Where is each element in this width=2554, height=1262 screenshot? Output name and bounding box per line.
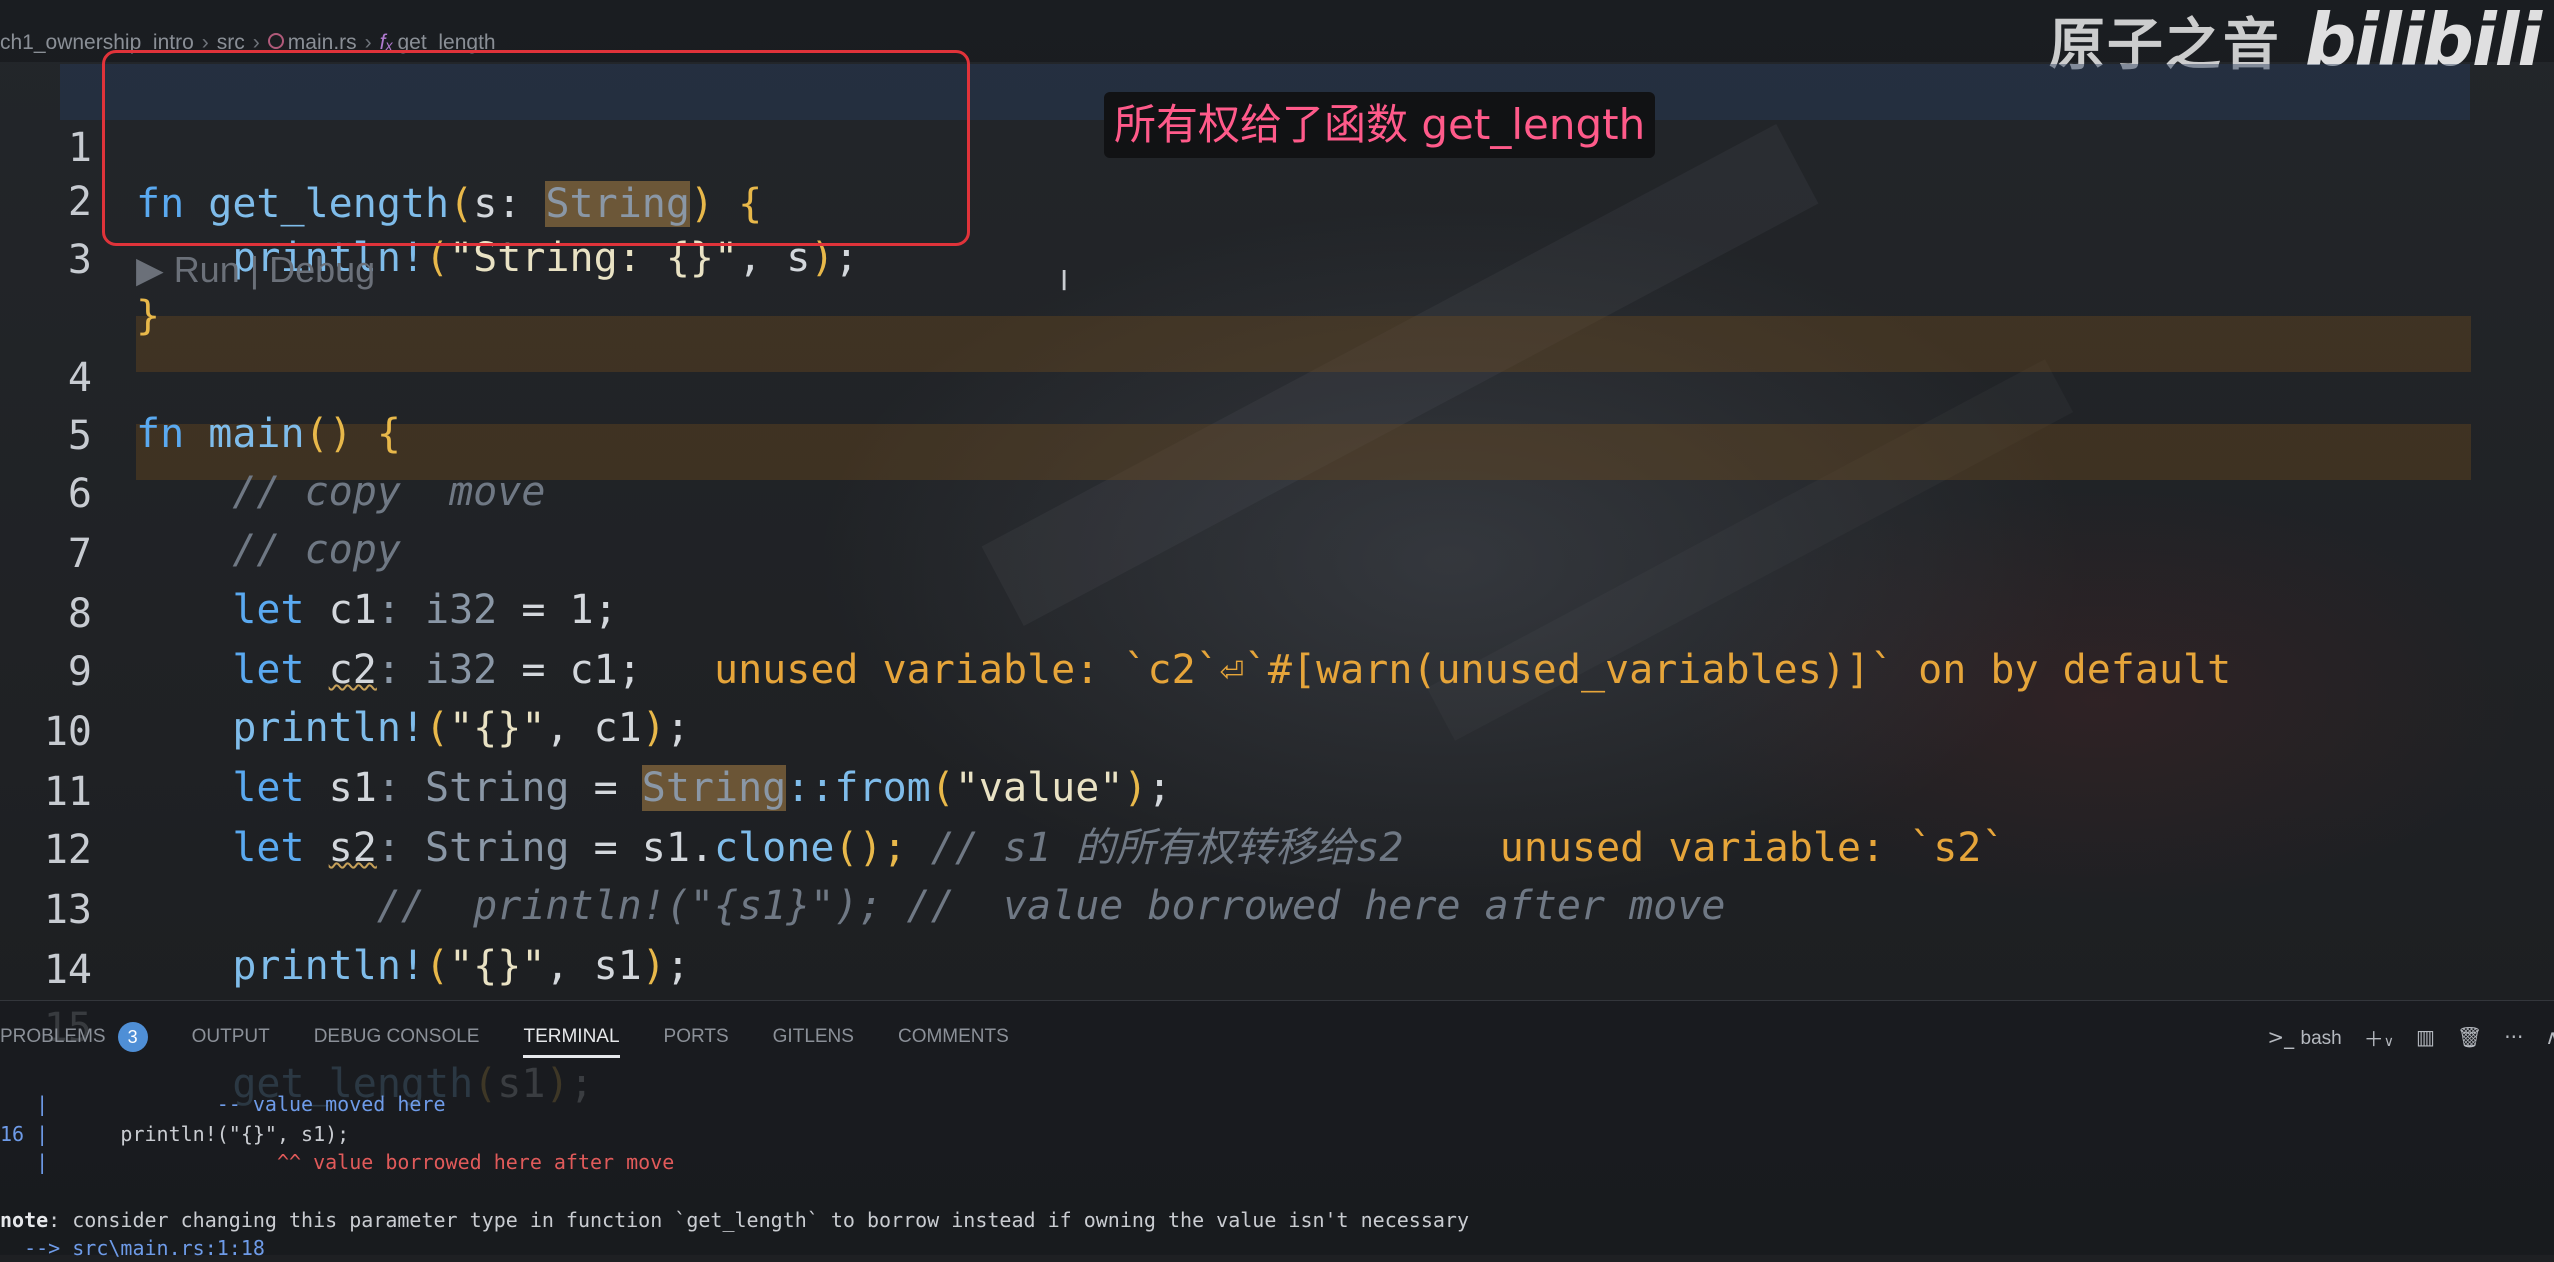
terminal-line: note: consider changing this parameter t… xyxy=(0,1208,1470,1232)
terminal-line: 16 | println!("{}", s1); xyxy=(0,1122,350,1146)
tab-ports[interactable]: PORTS xyxy=(642,1016,751,1058)
more-actions-icon[interactable]: ··· xyxy=(2504,1025,2523,1049)
code-line[interactable]: 9 println!("{}", c1); xyxy=(0,588,2554,751)
code-line[interactable]: 5 // copy move xyxy=(0,352,2554,515)
code-line[interactable]: 12 // println!("{s1}"); // value borrowe… xyxy=(0,766,2554,929)
run-debug-codelens[interactable]: ▶ Run | Debug xyxy=(136,244,375,296)
code-line[interactable]: 4 fn main() { xyxy=(0,294,2554,457)
highlight-box xyxy=(102,50,970,246)
code-line[interactable]: 14 xyxy=(0,886,2554,993)
new-terminal-button[interactable]: ＋∨ xyxy=(2364,1023,2394,1052)
panel-tabs: PROBLEMS 3 OUTPUT DEBUG CONSOLE TERMINAL … xyxy=(0,1016,1031,1058)
tab-debug-console[interactable]: DEBUG CONSOLE xyxy=(292,1016,502,1058)
trash-icon[interactable]: 🗑 xyxy=(2457,1025,2482,1049)
terminal-icon: >_ xyxy=(2267,1024,2295,1049)
text-cursor-icon: I xyxy=(1060,264,1069,297)
terminal-line: | -- value moved here xyxy=(0,1092,446,1116)
terminal-line: --> src\main.rs:1:18 xyxy=(0,1236,265,1260)
code-line[interactable]: 11 let s2: String = s1.clone(); // s1 的所… xyxy=(0,708,2554,871)
terminal-selector[interactable]: >_ bash xyxy=(2267,1025,2341,1050)
code-line[interactable]: 10 let s1: String = String::from("value"… xyxy=(0,648,2554,811)
rust-file-icon xyxy=(267,33,284,49)
problems-count-badge: 3 xyxy=(117,1021,148,1052)
chevron-down-icon: ∨ xyxy=(2383,1033,2394,1050)
terminal-line: | ^^ value borrowed here after move xyxy=(0,1150,675,1174)
code-line[interactable]: 13 println!("{}", s1); xyxy=(0,826,2554,989)
tab-terminal[interactable]: TERMINAL xyxy=(501,1016,641,1058)
code-line[interactable]: 15 get_length(s1); xyxy=(0,944,2554,1107)
code-line[interactable]: 7 let c1: i32 = 1; xyxy=(0,470,2554,633)
tab-problems[interactable]: PROBLEMS 3 xyxy=(0,1016,170,1058)
line-number: 3 xyxy=(67,237,92,283)
split-terminal-icon[interactable]: ▥ xyxy=(2416,1025,2435,1049)
chevron-up-icon[interactable]: ∧ xyxy=(2545,1025,2554,1049)
annotation-label: 所有权给了函数 get_length xyxy=(1104,92,1656,158)
code-line[interactable]: 8 let c2: i32 = c1; unused variable: `c2… xyxy=(0,530,2554,693)
panel-toolbar: >_ bash ＋∨ ▥ 🗑 ··· ∧ xyxy=(2267,1016,2554,1058)
tab-comments[interactable]: COMMENTS xyxy=(876,1016,1031,1058)
tab-gitlens[interactable]: GITLENS xyxy=(751,1016,876,1058)
tab-output[interactable]: OUTPUT xyxy=(170,1016,292,1058)
code-line[interactable]: 6 // copy xyxy=(0,410,2554,573)
